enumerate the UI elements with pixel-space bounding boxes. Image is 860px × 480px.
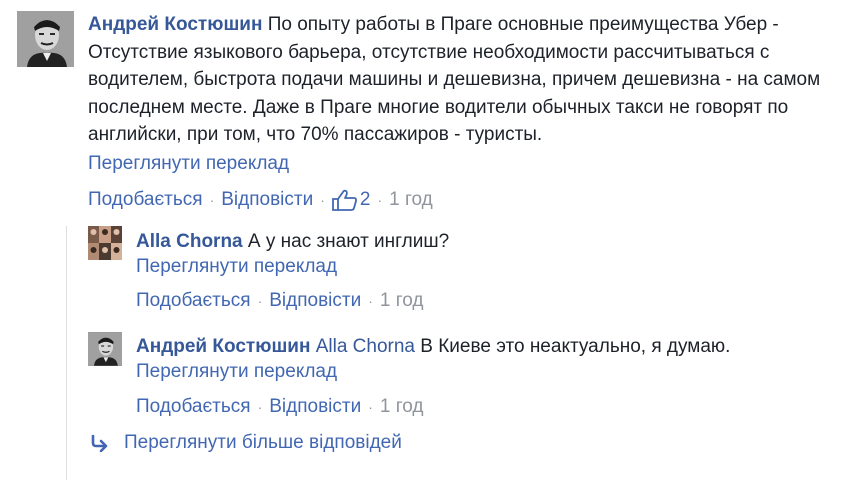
reply-author-name[interactable]: Андрей Костюшин bbox=[136, 336, 310, 357]
reply-mention[interactable]: Alla Chorna bbox=[316, 336, 415, 357]
like-button[interactable]: Подобається bbox=[136, 290, 251, 312]
reply-body: Андрей Костюшин Alla Chorna В Киеве это … bbox=[136, 333, 851, 361]
reply-text: А у нас знают инглиш? bbox=[247, 231, 450, 252]
reply-arrow-icon bbox=[91, 434, 108, 452]
see-translation-link[interactable]: Переглянути переклад bbox=[88, 153, 289, 175]
separator: · bbox=[368, 293, 373, 309]
reply-author-avatar[interactable] bbox=[88, 226, 122, 260]
reply-button[interactable]: Відповісти bbox=[221, 189, 313, 211]
see-translation-link[interactable]: Переглянути переклад bbox=[136, 361, 337, 383]
portrait-avatar-icon bbox=[88, 332, 122, 366]
separator: · bbox=[368, 399, 373, 415]
comment-actions: Подобається · Відповісти · 2 · 1 год bbox=[88, 189, 433, 211]
reply-actions: Подобається · Відповісти · 1 год bbox=[136, 396, 423, 418]
reply-author-name[interactable]: Alla Chorna bbox=[136, 231, 243, 252]
view-more-replies-link[interactable]: Переглянути більше відповідей bbox=[90, 432, 402, 454]
replies-thread-line bbox=[66, 226, 67, 480]
like-button[interactable]: Подобається bbox=[136, 396, 251, 418]
separator: · bbox=[377, 192, 383, 208]
reply-body: Alla Chorna А у нас знают инглиш? bbox=[136, 228, 851, 256]
separator: · bbox=[320, 192, 325, 208]
comment-body: Андрей Костюшин По опыту работы в Праге … bbox=[88, 11, 853, 149]
reply-button[interactable]: Відповісти bbox=[269, 396, 361, 418]
separator: · bbox=[257, 399, 263, 415]
reply-timestamp[interactable]: 1 год bbox=[380, 290, 424, 312]
separator: · bbox=[257, 293, 263, 309]
reply-actions: Подобається · Відповісти · 1 год bbox=[136, 290, 423, 312]
see-translation-link[interactable]: Переглянути переклад bbox=[136, 256, 337, 278]
comment-author-name[interactable]: Андрей Костюшин bbox=[88, 14, 262, 35]
thumbs-up-icon bbox=[331, 189, 357, 211]
view-more-replies-label: Переглянути більше відповідей bbox=[124, 432, 402, 453]
reply-button[interactable]: Відповісти bbox=[269, 290, 361, 312]
reaction-count-value: 2 bbox=[359, 189, 371, 210]
like-button[interactable]: Подобається bbox=[88, 189, 203, 211]
separator: · bbox=[209, 192, 215, 208]
reply-text: В Киеве это неактуально, я думаю. bbox=[420, 336, 731, 357]
multi-photo-avatar-icon bbox=[88, 226, 122, 260]
reaction-count[interactable]: 2 bbox=[331, 189, 371, 211]
reply-timestamp[interactable]: 1 год bbox=[380, 396, 424, 418]
comment-author-avatar[interactable] bbox=[17, 11, 74, 67]
portrait-avatar-icon bbox=[17, 11, 74, 67]
comment-timestamp[interactable]: 1 год bbox=[389, 189, 433, 211]
reply-author-avatar[interactable] bbox=[88, 332, 122, 366]
